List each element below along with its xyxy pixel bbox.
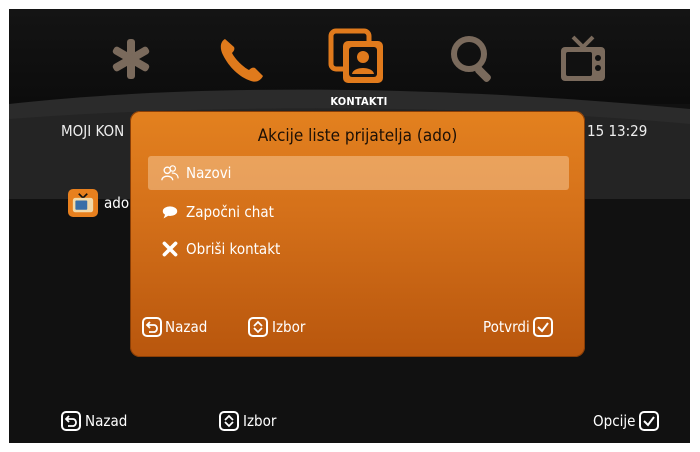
options-label: Opcije [593, 412, 636, 430]
back-label: Nazad [85, 412, 128, 430]
option-start-chat[interactable]: Započni chat [148, 195, 569, 229]
back-icon [142, 317, 162, 337]
menu-item-settings[interactable] [103, 31, 159, 87]
back-icon [61, 411, 81, 431]
contact-list-item[interactable]: ado [68, 189, 129, 217]
dialog-title: Akcije liste prijatelja (ado) [257, 126, 458, 146]
search-icon [451, 36, 491, 82]
menu-item-contacts-label: KONTAKTI [330, 95, 388, 108]
up-down-icon [219, 411, 239, 431]
bottom-bar: Nazad Izbor Opcije [61, 411, 690, 441]
option-call[interactable]: Nazovi [148, 156, 569, 190]
date-time: 15 13:29 [587, 122, 648, 140]
dialog-confirm-button[interactable]: Potvrdi [483, 317, 553, 337]
select-button[interactable]: Izbor [219, 411, 276, 431]
dialog-back-label: Nazad [165, 318, 208, 336]
menu-item-calls[interactable] [213, 31, 269, 87]
dialog-select-button[interactable]: Izbor [248, 317, 305, 337]
friend-actions-dialog: Akcije liste prijatelja (ado) Nazovi Zap… [130, 111, 585, 357]
menu-item-search[interactable] [445, 31, 501, 87]
check-icon [532, 317, 553, 337]
page-title: MOJI KON [61, 122, 125, 140]
asterisk-icon [112, 39, 150, 79]
phone-icon [220, 39, 263, 82]
back-button[interactable]: Nazad [61, 411, 127, 431]
option-delete-contact[interactable]: Obriši kontakt [148, 232, 569, 266]
tv-icon [68, 189, 98, 217]
tv-icon [561, 35, 605, 81]
option-delete-contact-label: Obriši kontakt [186, 240, 281, 258]
option-start-chat-label: Započni chat [186, 203, 274, 221]
check-icon [639, 411, 660, 431]
dialog-back-button[interactable]: Nazad [142, 317, 207, 337]
up-down-icon [248, 317, 268, 337]
dialog-confirm-label: Potvrdi [483, 318, 530, 336]
select-label: Izbor [243, 412, 277, 430]
chat-bubble-icon [160, 202, 180, 222]
options-button[interactable]: Opcije [593, 411, 660, 431]
option-call-label: Nazovi [186, 164, 232, 182]
people-icon [160, 163, 180, 183]
menu-item-contacts[interactable] [327, 27, 389, 89]
menu-item-tv[interactable] [555, 31, 611, 87]
contact-name: ado [104, 194, 130, 212]
dialog-select-label: Izbor [272, 318, 306, 336]
x-icon [160, 239, 180, 259]
contacts-icon [328, 28, 383, 83]
